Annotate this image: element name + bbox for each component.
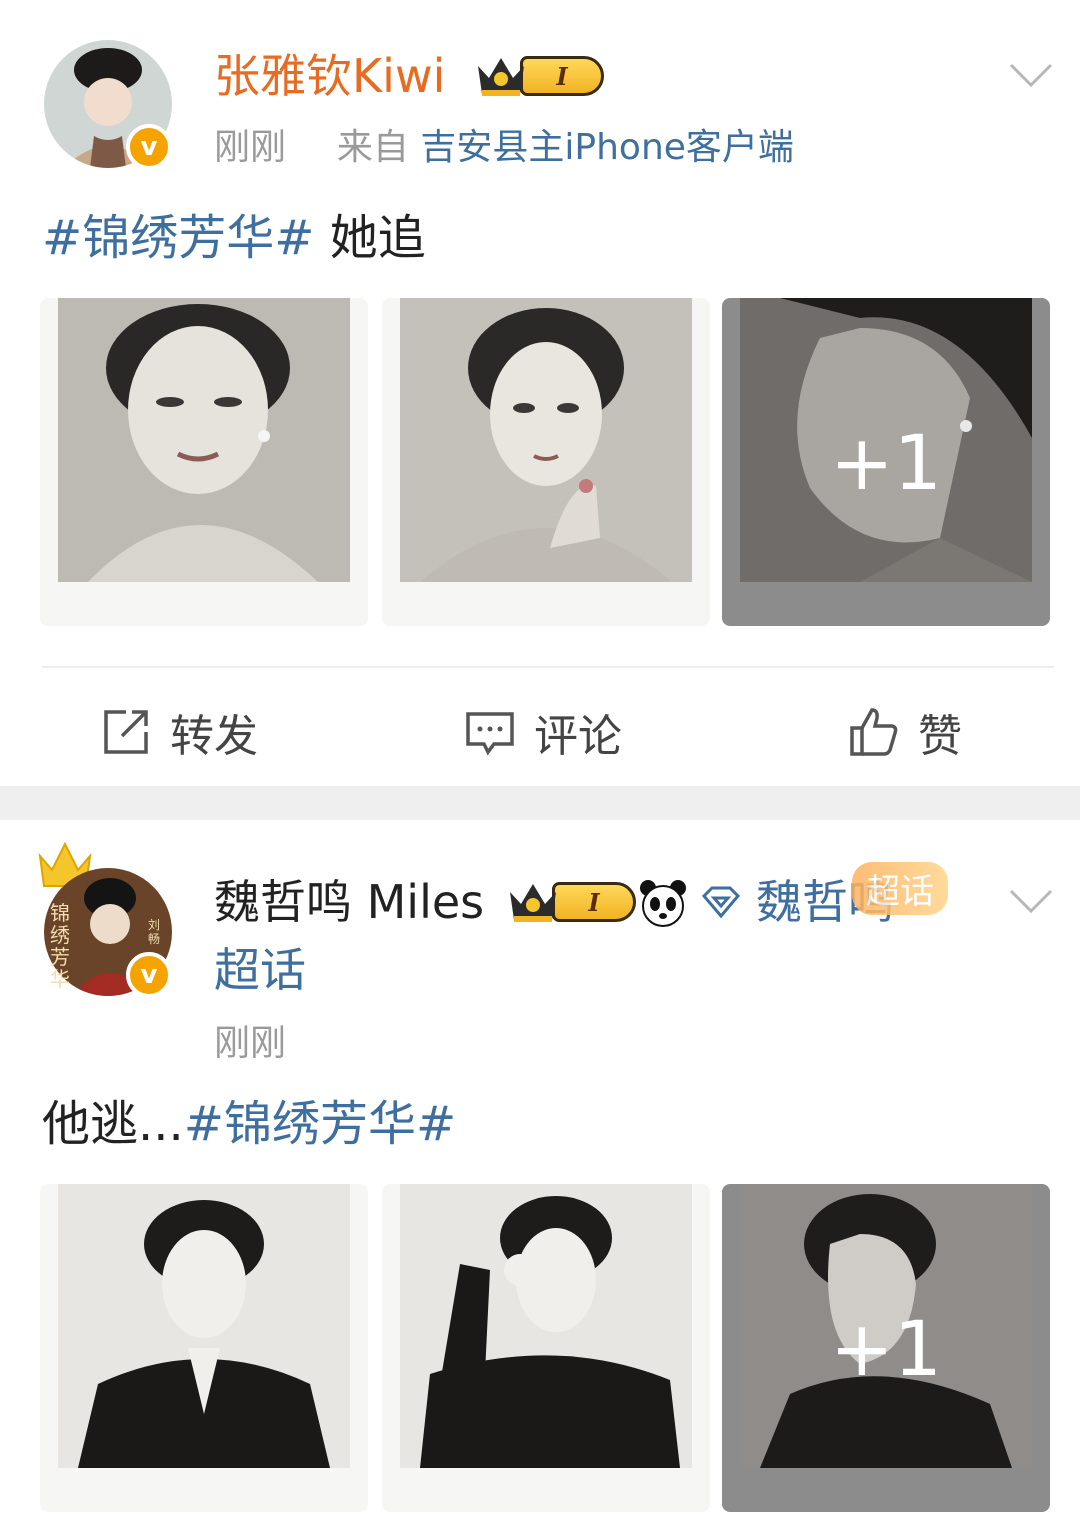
verified-v-icon: v [126,952,172,998]
crown-icon [506,878,560,926]
portrait-photo [400,298,692,582]
like-button[interactable]: 赞 [848,700,962,764]
level-text: I [552,882,636,922]
divider [42,666,1054,668]
level-text: I [520,56,604,96]
avatar-caption-left: 锦绣芳华 [50,901,70,991]
post-image-more[interactable]: +1 [722,1184,1050,1512]
post-text: 他逃...#锦绣芳华# [42,1094,456,1154]
weibo-post-2: 锦绣芳华 刘畅 v 魏哲鸣 Miles I 魏哲鸣 超话 超话 刚刚 他逃...… [0,820,1080,1522]
weibo-post-1: v 张雅钦Kiwi I 刚刚 来自 吉安县主iPhone客户端 #锦绣芳华# 她… [0,0,1080,786]
post-image[interactable] [40,298,368,626]
feed-separator [0,786,1080,820]
portrait-photo [58,298,350,582]
comment-button[interactable]: 评论 [464,700,622,764]
username[interactable]: 魏哲鸣 Miles [214,874,484,930]
hashtag-link[interactable]: #锦绣芳华# [42,210,314,266]
chevron-down-icon[interactable] [1008,886,1054,916]
source-prefix: 来自 [336,127,409,168]
like-label: 赞 [918,711,962,762]
post-meta: 刚刚 来自 吉安县主iPhone客户端 [214,126,794,170]
member-level-badge[interactable]: I [506,878,636,926]
post-image-more[interactable]: +1 [722,298,1050,626]
post-time: 刚刚 [214,1023,287,1064]
super-topic-badge: 超话 [852,862,948,915]
super-topic-link-line2[interactable]: 超话 [214,942,306,998]
verified-v-icon: v [126,124,172,170]
portrait-photo [400,1184,692,1468]
post-body: 她追 [329,210,426,266]
crown-icon [474,52,528,100]
like-icon [848,706,900,758]
comment-icon [464,706,516,758]
post-image[interactable] [382,298,710,626]
more-images-count: +1 [829,418,943,507]
diamond-icon [700,884,742,920]
avatar-caption-right: 刘畅 [148,918,161,946]
post-body: 他逃... [42,1096,184,1152]
hashtag-link[interactable]: #锦绣芳华# [184,1096,456,1152]
comment-label: 评论 [534,711,622,762]
post-image[interactable] [382,1184,710,1512]
post-image[interactable] [40,1184,368,1512]
source-client-link[interactable]: 吉安县主iPhone客户端 [420,127,794,168]
portrait-photo [58,1184,350,1468]
post-text: #锦绣芳华# 她追 [42,208,426,268]
chevron-down-icon[interactable] [1008,60,1054,90]
member-level-badge[interactable]: I [474,52,604,100]
post-time: 刚刚 [214,127,287,168]
panda-icon [638,878,688,928]
more-images-count: +1 [829,1304,943,1393]
username[interactable]: 张雅钦Kiwi [214,48,445,104]
repost-button[interactable]: 转发 [100,700,258,764]
repost-label: 转发 [170,711,258,762]
repost-icon [100,706,152,758]
